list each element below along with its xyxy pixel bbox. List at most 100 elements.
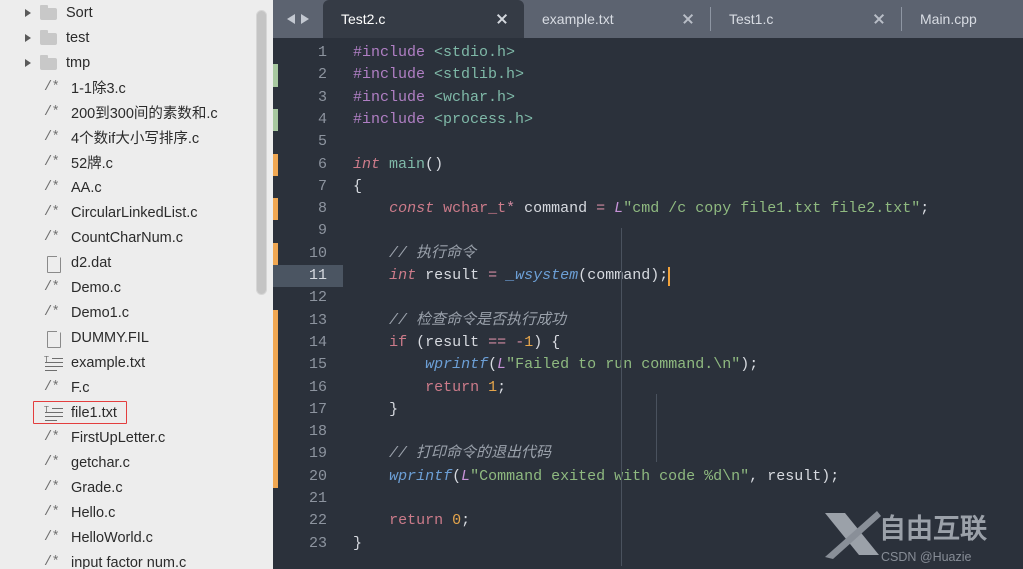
tree-item-folder[interactable]: tmp xyxy=(0,50,273,75)
line-number: 14 xyxy=(308,333,327,351)
line-number: 8 xyxy=(317,200,327,218)
tree-item-file[interactable]: DUMMY.FIL xyxy=(0,325,273,350)
code-line[interactable]: 5 xyxy=(273,131,1023,153)
sidebar-scrollbar-track[interactable] xyxy=(256,0,270,569)
next-tab-arrow-icon[interactable] xyxy=(299,11,310,27)
file-tree[interactable]: Sort test tmp /* 1-1除3.c /* 200到300间的素数和.c /* 4个… xyxy=(0,0,273,569)
editor-tab-bar[interactable]: Test2.c example.txt Test1.c Main.cpp xyxy=(273,0,1023,38)
code-line[interactable]: 13 // 检查命令是否执行成功 xyxy=(273,310,1023,332)
line-content: { xyxy=(353,177,363,195)
sidebar-scrollbar-thumb[interactable] xyxy=(256,10,267,295)
folder-icon xyxy=(39,4,59,21)
tree-item-label: Demo.c xyxy=(71,279,121,296)
code-line[interactable]: 12 xyxy=(273,287,1023,309)
code-canvas[interactable]: 1 #include <stdio.h> 2 #include <stdlib.h> 3… xyxy=(273,38,1023,569)
code-line[interactable]: 9 xyxy=(273,220,1023,242)
tree-item-file[interactable]: /* Demo.c xyxy=(0,275,273,300)
line-number: 4 xyxy=(317,110,327,128)
tree-item-file[interactable]: Texample.txt xyxy=(0,350,273,375)
tree-item-file[interactable]: Tfile1.txt xyxy=(0,400,273,425)
tree-item-file[interactable]: /* CountCharNum.c xyxy=(0,225,273,250)
c-source-icon: /* xyxy=(44,304,60,320)
close-tab-icon[interactable] xyxy=(680,11,696,27)
tree-item-file[interactable]: /* HelloWorld.c xyxy=(0,525,273,550)
expand-arrow-icon[interactable] xyxy=(22,6,36,20)
line-content: #include <wchar.h> xyxy=(353,88,516,106)
code-line[interactable]: 4 #include <process.h> xyxy=(273,109,1023,131)
code-line[interactable]: 22 return 0; xyxy=(273,510,1023,532)
close-tab-icon[interactable] xyxy=(494,11,510,27)
editor-tab[interactable]: Test1.c xyxy=(711,0,901,38)
line-content: if (result == -1) { xyxy=(389,333,561,351)
code-line[interactable]: 21 xyxy=(273,488,1023,510)
code-line[interactable]: 8 const wchar_t* command = L"cmd /c copy… xyxy=(273,198,1023,220)
tree-item-label: DUMMY.FIL xyxy=(71,329,149,346)
tree-item-file[interactable]: /* Hello.c xyxy=(0,500,273,525)
tree-item-folder[interactable]: Sort xyxy=(0,0,273,25)
tree-item-file[interactable]: /* 4个数if大小写排序.c xyxy=(0,125,273,150)
tree-item-file[interactable]: /* AA.c xyxy=(0,175,273,200)
tree-item-label: AA.c xyxy=(71,179,102,196)
tree-item-label: FirstUpLetter.c xyxy=(71,429,166,446)
page-icon xyxy=(44,330,64,348)
line-content: int main() xyxy=(353,155,444,173)
tree-item-label: CircularLinkedList.c xyxy=(71,204,198,221)
tab-navigation-arrows[interactable] xyxy=(273,0,323,38)
file-explorer-sidebar[interactable]: Sort test tmp /* 1-1除3.c /* 200到300间的素数和.c /* 4个… xyxy=(0,0,273,569)
tree-item-file[interactable]: /* Demo1.c xyxy=(0,300,273,325)
line-content: return 0; xyxy=(389,512,471,530)
tree-item-file[interactable]: d2.dat xyxy=(0,250,273,275)
code-line[interactable]: 23} xyxy=(273,533,1023,555)
line-content: #include <process.h> xyxy=(353,110,534,128)
code-line[interactable]: 2 #include <stdlib.h> xyxy=(273,64,1023,86)
code-line[interactable]: 1 #include <stdio.h> xyxy=(273,42,1023,64)
code-line[interactable]: 18 xyxy=(273,421,1023,443)
line-number: 20 xyxy=(308,467,327,485)
code-line[interactable]: 20 wprintf(L"Command exited with code %d… xyxy=(273,466,1023,488)
tree-item-label: example.txt xyxy=(71,354,146,371)
code-line[interactable]: 11 int result = _wsystem(command); xyxy=(273,265,1023,288)
tree-item-label: Grade.c xyxy=(71,479,123,496)
tree-item-folder[interactable]: test xyxy=(0,25,273,50)
c-source-icon: /* xyxy=(44,379,60,395)
ide-window: Sort test tmp /* 1-1除3.c /* 200到300间的素数和.c /* 4个… xyxy=(0,0,1023,569)
code-line[interactable]: 16 return 1; xyxy=(273,377,1023,399)
tree-item-label: 200到300间的素数和.c xyxy=(71,106,218,122)
prev-tab-arrow-icon[interactable] xyxy=(286,11,297,27)
line-number: 11 xyxy=(308,267,327,284)
code-line[interactable]: 14 if (result == -1) { xyxy=(273,332,1023,354)
tree-item-file[interactable]: /* Grade.c xyxy=(0,475,273,500)
tree-item-file[interactable]: /* getchar.c xyxy=(0,450,273,475)
line-content: wprintf(L"Failed to run command.\n"); xyxy=(425,356,759,374)
code-line[interactable]: 19 // 打印命令的退出代码 xyxy=(273,443,1023,465)
editor-tab[interactable]: Test2.c xyxy=(323,0,524,38)
code-line[interactable]: 7{ xyxy=(273,176,1023,198)
tree-item-file[interactable]: /* CircularLinkedList.c xyxy=(0,200,273,225)
tree-item-file[interactable]: /* input factor num.c xyxy=(0,550,273,569)
line-number: 12 xyxy=(308,289,327,307)
line-content: } xyxy=(353,534,363,552)
close-tab-icon[interactable] xyxy=(871,11,887,27)
tree-item-label: file1.txt xyxy=(71,404,117,421)
c-source-icon: /* xyxy=(44,279,60,295)
indent-guide-inner xyxy=(656,394,657,462)
tree-item-file[interactable]: /* 200到300间的素数和.c xyxy=(0,100,273,125)
c-source-icon: /* xyxy=(44,429,60,445)
tree-item-label: HelloWorld.c xyxy=(71,529,153,546)
code-line[interactable]: 6 int main() xyxy=(273,154,1023,176)
editor-tab[interactable]: Main.cpp xyxy=(902,0,992,38)
line-number: 16 xyxy=(308,378,327,396)
tree-item-file[interactable]: /* 1-1除3.c xyxy=(0,75,273,100)
tree-item-label: tmp xyxy=(66,54,91,71)
code-line[interactable]: 17 } xyxy=(273,399,1023,421)
expand-arrow-icon[interactable] xyxy=(22,56,36,70)
code-line[interactable]: 10 // 执行命令 xyxy=(273,243,1023,265)
expand-arrow-icon[interactable] xyxy=(22,31,36,45)
tree-item-label: getchar.c xyxy=(71,454,130,471)
tree-item-file[interactable]: /* 52牌.c xyxy=(0,150,273,175)
code-line[interactable]: 3 #include <wchar.h> xyxy=(273,87,1023,109)
tree-item-file[interactable]: /* FirstUpLetter.c xyxy=(0,425,273,450)
code-line[interactable]: 15 wprintf(L"Failed to run command.\n"); xyxy=(273,354,1023,376)
editor-tab[interactable]: example.txt xyxy=(524,0,710,38)
tree-item-file[interactable]: /* F.c xyxy=(0,375,273,400)
